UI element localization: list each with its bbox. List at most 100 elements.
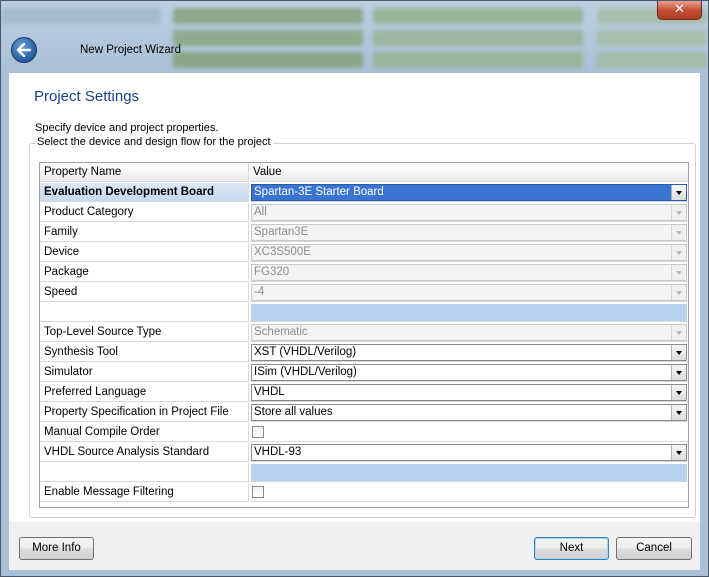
property-name: Preferred Language bbox=[40, 383, 249, 402]
close-button[interactable]: ✕ bbox=[657, 1, 702, 20]
chevron-down-icon[interactable] bbox=[671, 385, 686, 400]
dropdown-value: Store all values bbox=[254, 406, 333, 418]
chevron-down-icon bbox=[671, 225, 686, 240]
grid-row[interactable]: Enable Message Filtering bbox=[40, 483, 688, 503]
property-name: Speed bbox=[40, 283, 249, 302]
property-checkbox[interactable] bbox=[252, 486, 264, 498]
dropdown-value: FG320 bbox=[254, 266, 290, 278]
page-description: Specify device and project properties. bbox=[35, 122, 219, 134]
chevron-down-icon bbox=[671, 265, 686, 280]
property-value-cell: -4 bbox=[250, 283, 688, 302]
dropdown-value: VHDL bbox=[254, 386, 285, 398]
grid-row[interactable]: Product Category All bbox=[40, 203, 688, 223]
property-value-cell: XST (VHDL/Verilog) bbox=[250, 343, 688, 362]
property-value-dropdown[interactable]: XST (VHDL/Verilog) bbox=[251, 344, 687, 361]
property-value-cell bbox=[250, 303, 688, 322]
property-value-cell: ISim (VHDL/Verilog) bbox=[250, 363, 688, 382]
next-label: Next bbox=[559, 542, 584, 554]
property-value-dropdown: XC3S500E bbox=[251, 244, 687, 261]
wizard-content: Project Settings Specify device and proj… bbox=[9, 73, 700, 522]
cancel-button[interactable]: Cancel bbox=[616, 537, 692, 560]
property-name: VHDL Source Analysis Standard bbox=[40, 443, 249, 462]
chevron-down-icon bbox=[671, 285, 686, 300]
property-value-cell bbox=[250, 463, 688, 482]
window-frame bbox=[700, 73, 708, 570]
property-checkbox[interactable] bbox=[252, 426, 264, 438]
dropdown-value: All bbox=[254, 206, 267, 218]
grid-row bbox=[40, 463, 688, 483]
grid-row[interactable]: Simulator ISim (VHDL/Verilog) bbox=[40, 363, 688, 383]
property-grid: Property Name Value Evaluation Developme… bbox=[39, 162, 689, 508]
chevron-down-icon[interactable] bbox=[671, 445, 686, 460]
titlebar: New Project Wizard ✕ bbox=[1, 1, 708, 73]
property-value-cell: Spartan-3E Starter Board bbox=[250, 183, 688, 202]
grid-header: Property Name Value bbox=[40, 163, 688, 183]
dropdown-value: Spartan3E bbox=[254, 226, 309, 238]
property-name: Family bbox=[40, 223, 249, 242]
property-value-dropdown: FG320 bbox=[251, 264, 687, 281]
grid-row[interactable]: Device XC3S500E bbox=[40, 243, 688, 263]
property-value-cell: Spartan3E bbox=[250, 223, 688, 242]
back-button[interactable] bbox=[11, 37, 37, 63]
property-value-cell: Store all values bbox=[250, 403, 688, 422]
column-header-value: Value bbox=[250, 163, 688, 182]
property-value-cell: All bbox=[250, 203, 688, 222]
dropdown-value: Schematic bbox=[254, 326, 308, 338]
property-value-dropdown: -4 bbox=[251, 284, 687, 301]
window-frame bbox=[1, 73, 9, 570]
separator-cell bbox=[251, 304, 687, 321]
page-title: Project Settings bbox=[34, 88, 140, 105]
property-value-dropdown[interactable]: ISim (VHDL/Verilog) bbox=[251, 364, 687, 381]
back-arrow-icon bbox=[17, 43, 31, 57]
chevron-down-icon bbox=[671, 325, 686, 340]
chevron-down-icon[interactable] bbox=[671, 365, 686, 380]
more-info-label: More Info bbox=[32, 542, 81, 554]
cancel-label: Cancel bbox=[636, 542, 672, 554]
grid-row[interactable]: Top-Level Source Type Schematic bbox=[40, 323, 688, 343]
property-value-dropdown[interactable]: Spartan-3E Starter Board bbox=[251, 184, 687, 201]
dropdown-value: XC3S500E bbox=[254, 246, 311, 258]
property-value-dropdown: Spartan3E bbox=[251, 224, 687, 241]
property-value-dropdown[interactable]: VHDL bbox=[251, 384, 687, 401]
property-name: Evaluation Development Board bbox=[40, 183, 249, 202]
grid-row[interactable]: Family Spartan3E bbox=[40, 223, 688, 243]
grid-row[interactable]: Preferred Language VHDL bbox=[40, 383, 688, 403]
dropdown-value: XST (VHDL/Verilog) bbox=[254, 346, 357, 358]
separator-cell bbox=[251, 464, 687, 481]
grid-row[interactable]: Speed -4 bbox=[40, 283, 688, 303]
property-name: Property Specification in Project File bbox=[40, 403, 249, 422]
grid-row[interactable]: Evaluation Development Board Spartan-3E S… bbox=[40, 183, 688, 203]
property-name: Manual Compile Order bbox=[40, 423, 249, 442]
property-name: Simulator bbox=[40, 363, 249, 382]
property-name: Device bbox=[40, 243, 249, 262]
chevron-down-icon[interactable] bbox=[671, 405, 686, 420]
wizard-window: New Project Wizard ✕ Project Settings Sp… bbox=[0, 0, 709, 577]
property-value-cell: Schematic bbox=[250, 323, 688, 342]
dropdown-value: Spartan-3E Starter Board bbox=[254, 186, 384, 198]
property-value-dropdown[interactable]: VHDL-93 bbox=[251, 444, 687, 461]
grid-row[interactable]: Package FG320 bbox=[40, 263, 688, 283]
chevron-down-icon bbox=[671, 205, 686, 220]
next-button[interactable]: Next bbox=[534, 537, 609, 560]
grid-row[interactable]: Manual Compile Order bbox=[40, 423, 688, 443]
dropdown-value: ISim (VHDL/Verilog) bbox=[254, 366, 357, 378]
property-name: Enable Message Filtering bbox=[40, 483, 249, 502]
property-value-cell: VHDL-93 bbox=[250, 443, 688, 462]
property-name: Top-Level Source Type bbox=[40, 323, 249, 342]
grid-row[interactable]: Synthesis Tool XST (VHDL/Verilog) bbox=[40, 343, 688, 363]
property-value-dropdown[interactable]: Store all values bbox=[251, 404, 687, 421]
window-title: New Project Wizard bbox=[80, 44, 181, 56]
property-name: Package bbox=[40, 263, 249, 282]
close-icon: ✕ bbox=[674, 2, 685, 17]
group-label: Select the device and design flow for th… bbox=[35, 136, 273, 148]
chevron-down-icon[interactable] bbox=[671, 345, 686, 360]
more-info-button[interactable]: More Info bbox=[19, 537, 94, 560]
dropdown-value: -4 bbox=[254, 286, 265, 298]
grid-row[interactable]: Property Specification in Project File St… bbox=[40, 403, 688, 423]
column-header-name: Property Name bbox=[40, 163, 249, 182]
grid-row bbox=[40, 303, 688, 323]
property-value-cell: XC3S500E bbox=[250, 243, 688, 262]
grid-row[interactable]: VHDL Source Analysis Standard VHDL-93 bbox=[40, 443, 688, 463]
property-value-cell: FG320 bbox=[250, 263, 688, 282]
chevron-down-icon[interactable] bbox=[671, 185, 686, 200]
